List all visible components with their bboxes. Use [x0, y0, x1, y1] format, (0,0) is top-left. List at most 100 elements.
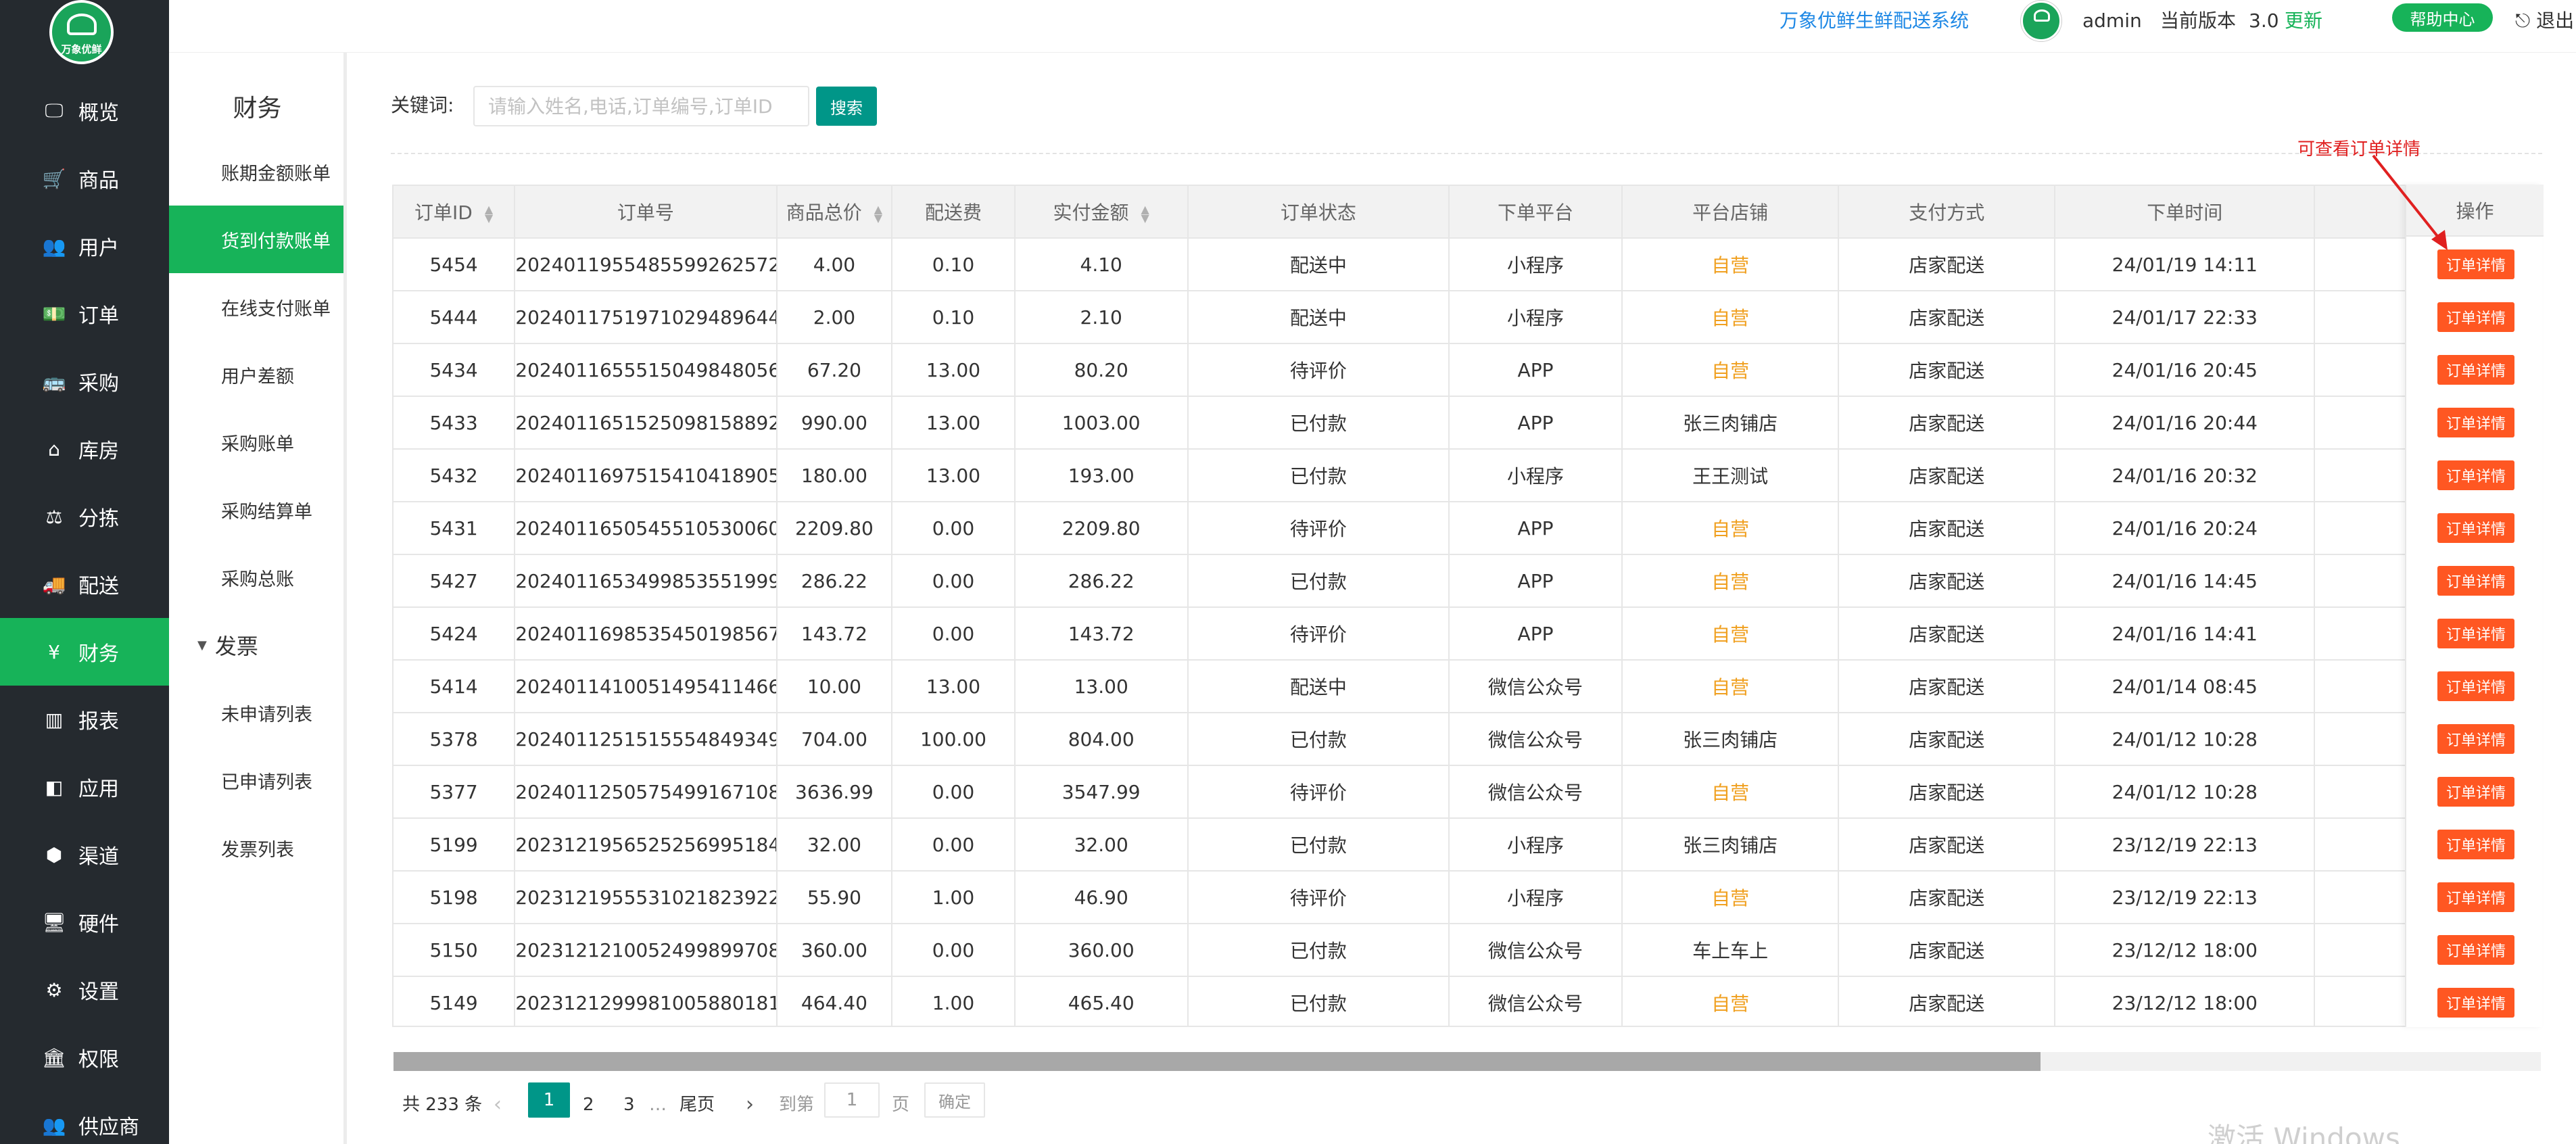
page-2[interactable]: 2: [583, 1087, 594, 1122]
help-center-button[interactable]: 帮助中心: [2392, 3, 2493, 32]
order-detail-button[interactable]: 订单详情: [2437, 882, 2514, 912]
sidebar-item-12[interactable]: 🖥 硬件: [0, 888, 169, 956]
scrollbar-thumb[interactable]: [393, 1052, 2041, 1071]
cell-no: 2023121210052499899708: [515, 924, 778, 977]
subnav-invoice-item-0[interactable]: 未申请列表: [169, 679, 345, 746]
sidebar-item-9[interactable]: ▥ 报表: [0, 686, 169, 753]
search-input[interactable]: [473, 86, 809, 126]
order-detail-button[interactable]: 订单详情: [2437, 671, 2514, 701]
sidebar-item-1[interactable]: 🛒 商品: [0, 145, 169, 212]
page-3[interactable]: 3: [623, 1087, 635, 1122]
cell-goods: 286.22: [776, 554, 893, 608]
cell-platform: APP: [1448, 607, 1623, 661]
cell-platform: APP: [1448, 554, 1623, 608]
prev-page-icon[interactable]: ‹: [494, 1087, 502, 1122]
order-detail-button[interactable]: 订单详情: [2437, 777, 2514, 807]
cell-id: 5433: [393, 396, 516, 450]
table-row: 5454 2024011955485599262572 4.00 0.10 4.10 配送…: [393, 238, 2537, 291]
last-page-link[interactable]: 尾页: [679, 1087, 715, 1122]
horizontal-scrollbar[interactable]: [393, 1052, 2541, 1071]
subnav-item-6[interactable]: 采购总账: [169, 544, 345, 611]
sidebar-item-3[interactable]: 💵 订单: [0, 280, 169, 348]
cell-fee: 1.00: [892, 976, 1016, 1026]
orders-table-container: 订单ID ▲ ▼ 订单号 商品总价 ▲ ▼ 配送费 实付金额 ▲ ▼ 订单状态 下单平台 平台店铺 支付方式…: [392, 185, 2542, 1027]
version-label: 当前版本: [2160, 9, 2237, 32]
sort-icon[interactable]: ▲ ▼: [485, 204, 493, 224]
column-header-2[interactable]: 商品总价 ▲ ▼: [776, 186, 893, 239]
table-row: 5432 2024011697515410418905 180.00 13.00 193…: [393, 449, 2537, 502]
sidebar-item-0[interactable]: 🖵 概览: [0, 77, 169, 145]
table-row: 5199 2023121956525256995184 32.00 0.00 32.00…: [393, 818, 2537, 872]
avatar[interactable]: [2021, 1, 2061, 41]
order-detail-button[interactable]: 订单详情: [2437, 460, 2514, 490]
sidebar-item-5[interactable]: ⌂ 库房: [0, 415, 169, 483]
next-page-icon[interactable]: ›: [746, 1087, 754, 1122]
cell-goods: 180.00: [776, 449, 893, 502]
username[interactable]: admin: [2082, 7, 2142, 35]
cell-no: 2023121299981005880181: [515, 976, 778, 1026]
sort-icon[interactable]: ▲ ▼: [874, 204, 882, 224]
cell-pay: 店家配送: [1838, 607, 2056, 661]
cell-paid: 193.00: [1014, 449, 1189, 502]
order-detail-button[interactable]: 订单详情: [2437, 355, 2514, 385]
subnav-invoice-item-2[interactable]: 发票列表: [169, 814, 345, 882]
column-header-7: 平台店铺: [1622, 186, 1840, 239]
page-number-input[interactable]: [824, 1082, 880, 1118]
logout-link[interactable]: ⎋ 退出: [2515, 7, 2574, 35]
order-detail-button[interactable]: 订单详情: [2437, 619, 2514, 648]
subnav-item-4[interactable]: 采购账单: [169, 408, 345, 476]
bus-icon: 🚌: [42, 370, 66, 393]
cell-goods: 2209.80: [776, 502, 893, 555]
sidebar-item-10[interactable]: ◧ 应用: [0, 753, 169, 821]
cell-id: 5149: [393, 976, 516, 1026]
subnav-item-5[interactable]: 采购结算单: [169, 476, 345, 544]
sidebar-item-13[interactable]: ⚙ 设置: [0, 956, 169, 1024]
bar-chart-icon: ▥: [45, 708, 64, 731]
table-row: 5377 2024011250575499167108 3636.99 0.00 354…: [393, 765, 2537, 819]
column-header-0[interactable]: 订单ID ▲ ▼: [393, 186, 516, 239]
subnav-item-1[interactable]: 货到付款账单: [169, 206, 345, 273]
update-link[interactable]: 更新: [2285, 7, 2322, 35]
sort-icon[interactable]: ▲ ▼: [1141, 204, 1149, 224]
order-detail-button[interactable]: 订单详情: [2437, 566, 2514, 596]
sidebar-item-6[interactable]: ⚖ 分拣: [0, 483, 169, 550]
column-header-label: 订单ID: [414, 201, 473, 224]
cell-fee: 0.00: [892, 607, 1016, 661]
order-detail-button[interactable]: 订单详情: [2437, 302, 2514, 332]
top-header: 万象优鲜生鲜配送系统 admin 当前版本 3.0 更新 帮助中心 ⎋ 退出: [169, 0, 2576, 53]
cell-fee: 1.00: [892, 871, 1016, 924]
page-current[interactable]: 1: [528, 1082, 570, 1118]
subnav-item-2[interactable]: 在线支付账单: [169, 273, 345, 341]
cell-status: 已付款: [1187, 713, 1450, 766]
order-detail-button[interactable]: 订单详情: [2437, 513, 2514, 543]
subnav-group-invoice[interactable]: ▼ 发票: [169, 611, 345, 679]
order-detail-button[interactable]: 订单详情: [2437, 935, 2514, 965]
sidebar-item-2[interactable]: 👥 用户: [0, 212, 169, 280]
cell-platform: 小程序: [1448, 238, 1623, 291]
subnav-item-3[interactable]: 用户差额: [169, 341, 345, 408]
sidebar-item-8[interactable]: ¥ 财务: [0, 618, 169, 686]
column-header-6: 下单平台: [1448, 186, 1623, 239]
sidebar-item-15[interactable]: 👥 供应商: [0, 1091, 169, 1144]
order-detail-button[interactable]: 订单详情: [2437, 988, 2514, 1018]
order-detail-button[interactable]: 订单详情: [2437, 830, 2514, 859]
supplier-icon: 👥: [42, 1114, 66, 1137]
column-header-4[interactable]: 实付金额 ▲ ▼: [1014, 186, 1189, 239]
page-ellipsis: …: [649, 1095, 667, 1115]
subnav-item-0[interactable]: 账期金额账单: [169, 138, 345, 206]
cell-shop: 车上车上: [1622, 924, 1840, 977]
sidebar-item-11[interactable]: ⬢ 渠道: [0, 821, 169, 888]
sidebar-item-14[interactable]: 🏛 权限: [0, 1024, 169, 1091]
system-title: 万象优鲜生鲜配送系统: [1780, 9, 1970, 32]
sidebar-item-4[interactable]: 🚌 采购: [0, 348, 169, 415]
sidebar-item-7[interactable]: 🚚 配送: [0, 550, 169, 618]
search-button[interactable]: 搜索: [816, 87, 877, 126]
cell-id: 5378: [393, 713, 516, 766]
cell-goods: 143.72: [776, 607, 893, 661]
order-detail-button[interactable]: 订单详情: [2437, 724, 2514, 754]
subnav-invoice-item-1[interactable]: 已申请列表: [169, 746, 345, 814]
finance-subnav: 财务 账期金额账单 货到付款账单 在线支付账单 用户差额 采购账单 采购结算单 采购总账 ▼ 发…: [169, 53, 345, 1144]
cell-no: 2023121956525256995184: [515, 818, 778, 872]
order-detail-button[interactable]: 订单详情: [2437, 408, 2514, 437]
goto-confirm-button[interactable]: 确定: [924, 1082, 985, 1118]
